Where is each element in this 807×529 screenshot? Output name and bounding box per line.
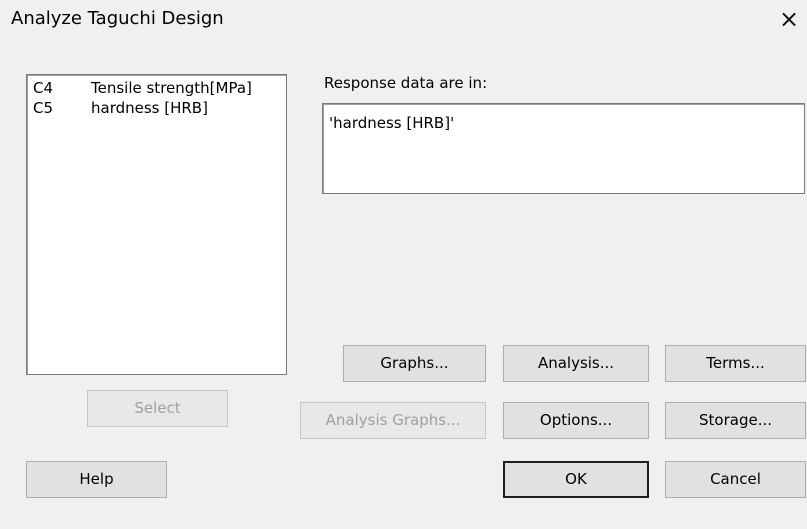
variable-column-id: C5 [33, 99, 54, 117]
cancel-button[interactable]: Cancel [665, 461, 806, 498]
close-icon[interactable]: × [776, 6, 802, 32]
variable-column-id: C4 [33, 79, 54, 97]
storage-button[interactable]: Storage... [665, 402, 806, 439]
variable-item-c4[interactable]: C4 Tensile strength[MPa] [33, 79, 252, 99]
variable-name: hardness [HRB] [91, 99, 208, 117]
variable-name: Tensile strength[MPa] [91, 79, 252, 97]
analyze-taguchi-dialog: Analyze Taguchi Design × C4 Tensile stren… [0, 0, 807, 529]
response-data-label: Response data are in: [324, 74, 488, 92]
response-data-field[interactable]: 'hardness [HRB]' [322, 103, 805, 194]
variable-item-c5[interactable]: C5 hardness [HRB] [33, 99, 208, 119]
terms-button[interactable]: Terms... [665, 345, 806, 382]
select-button[interactable]: Select [87, 390, 228, 427]
dialog-title: Analyze Taguchi Design [11, 8, 224, 29]
variable-list[interactable]: C4 Tensile strength[MPa] C5 hardness [HRB] [26, 74, 287, 375]
ok-button[interactable]: OK [503, 461, 649, 498]
help-button[interactable]: Help [26, 461, 167, 498]
analysis-button[interactable]: Analysis... [503, 345, 649, 382]
options-button[interactable]: Options... [503, 402, 649, 439]
graphs-button[interactable]: Graphs... [343, 345, 486, 382]
analysis-graphs-button[interactable]: Analysis Graphs... [300, 402, 486, 439]
